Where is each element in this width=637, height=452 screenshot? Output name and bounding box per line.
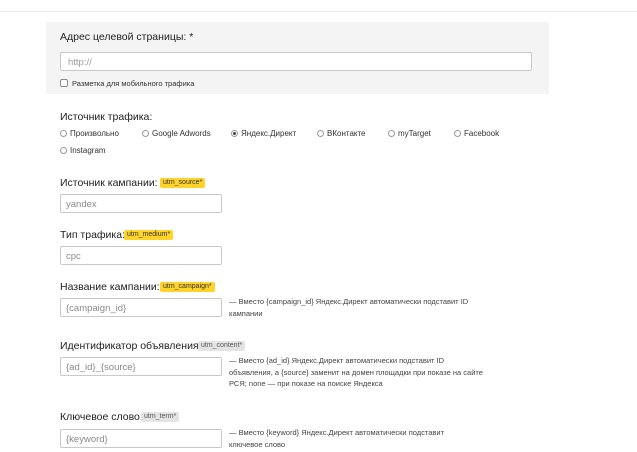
- campaign-name-value: {campaign_id}: [66, 303, 127, 314]
- campaign-source-input[interactable]: yandex: [60, 194, 222, 213]
- ad-id-value: {ad_id}_{source}: [66, 362, 136, 373]
- radio-yandex-direct[interactable]: [231, 130, 238, 137]
- radio-facebook-label: Facebook: [464, 129, 500, 138]
- campaign-name-input[interactable]: {campaign_id}: [60, 298, 222, 317]
- utm-medium-badge: utm_medium*: [124, 230, 174, 240]
- traffic-type-value: cpc: [66, 251, 81, 262]
- radio-mytarget-label: myTarget: [398, 129, 431, 138]
- radio-custom-label: Произвольно: [70, 129, 119, 138]
- utm-source-badge: utm_source*: [160, 178, 206, 188]
- keyword-input[interactable]: {keyword}: [60, 429, 222, 448]
- radio-google-adwords[interactable]: [142, 130, 149, 137]
- utm-content-badge: utm_content*: [198, 341, 246, 351]
- radio-mytarget[interactable]: [388, 130, 395, 137]
- radio-custom[interactable]: [60, 130, 67, 137]
- utm-term-badge: utm_term*: [141, 412, 180, 422]
- campaign-name-label: Название кампании:: [60, 281, 160, 293]
- radio-instagram[interactable]: [60, 147, 67, 154]
- traffic-source-label: Источник трафика:: [60, 111, 153, 123]
- radio-instagram-label: Instagram: [70, 146, 106, 155]
- campaign-source-value: yandex: [66, 199, 97, 210]
- radio-vkontakte-label: ВКонтакте: [327, 129, 366, 138]
- keyword-label: Ключевое слово:: [60, 411, 143, 423]
- traffic-type-input[interactable]: cpc: [60, 246, 222, 265]
- campaign-name-note: — Вместо {campaign_id} Яндекс.Директ авт…: [229, 297, 469, 318]
- target-url-placeholder: http://: [68, 57, 92, 68]
- utm-campaign-badge: utm_campaign*: [160, 282, 215, 292]
- target-url-input[interactable]: http://: [60, 52, 532, 71]
- campaign-source-label: Источник кампании:: [60, 177, 158, 189]
- radio-facebook[interactable]: [454, 130, 461, 137]
- ad-id-note: — Вместо {ad_id} Яндекс.Директ автоматич…: [229, 356, 483, 388]
- traffic-type-label: Тип трафика:: [60, 229, 125, 241]
- target-url-label: Адрес целевой страницы: *: [60, 31, 194, 43]
- keyword-note: — Вместо {keyword} Яндекс.Директ автомат…: [229, 428, 445, 449]
- radio-google-adwords-label: Google Adwords: [152, 129, 211, 138]
- radio-yandex-direct-label: Яндекс.Директ: [241, 129, 297, 138]
- keyword-value: {keyword}: [66, 434, 108, 445]
- top-divider: [0, 11, 637, 12]
- ad-id-input[interactable]: {ad_id}_{source}: [60, 357, 222, 376]
- ad-id-label: Идентификатор объявления:: [60, 340, 202, 352]
- radio-vkontakte[interactable]: [317, 130, 324, 137]
- mobile-traffic-label: Разметка для мобильного трафика: [72, 79, 195, 88]
- mobile-traffic-checkbox[interactable]: [60, 79, 68, 87]
